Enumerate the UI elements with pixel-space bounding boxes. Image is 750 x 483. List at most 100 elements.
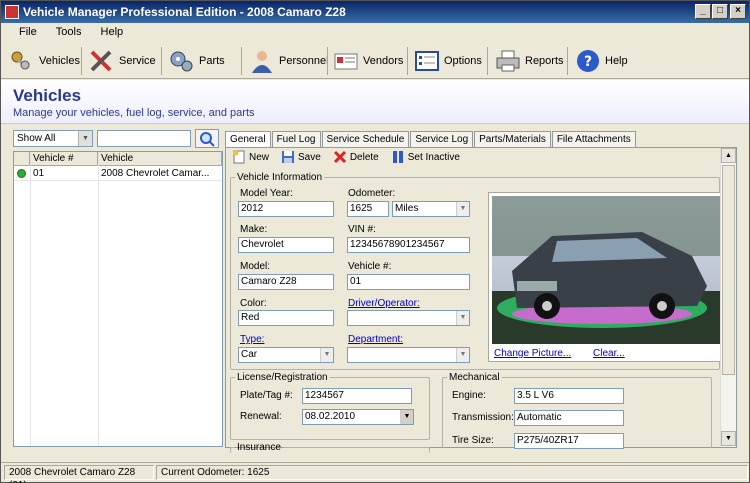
plate-label: Plate/Tag #: xyxy=(240,390,293,401)
menu-bar: File Tools Help xyxy=(1,23,749,43)
engine-field[interactable]: 3.5 L V6 xyxy=(514,388,624,404)
search-icon xyxy=(200,132,215,147)
grid-cell-vehicle: 2008 Chevrolet Camar... xyxy=(101,168,210,179)
general-panel: New Save Delete Set Inactive Vehicle Inf… xyxy=(225,147,737,453)
table-row[interactable]: 01 2008 Chevrolet Camar... xyxy=(14,167,222,181)
grid-header-vehicle-num[interactable]: Vehicle # xyxy=(30,152,98,166)
tire-size-field[interactable]: P275/40ZR17 xyxy=(514,433,624,449)
panel-toolbar: New Save Delete Set Inactive xyxy=(226,148,720,166)
driver-operator-select[interactable]: ▼ xyxy=(347,310,470,326)
renewal-date-picker[interactable]: 08.02.2010 ▼ xyxy=(302,409,414,425)
toolbar-separator xyxy=(327,47,328,75)
insurance-group: Insurance xyxy=(230,442,430,453)
model-year-label: Model Year: xyxy=(240,188,293,199)
set-inactive-button[interactable]: Set Inactive xyxy=(391,150,460,164)
color-field[interactable]: Red xyxy=(238,310,334,326)
tab-file-attachments[interactable]: File Attachments xyxy=(551,131,636,147)
app-icon xyxy=(5,5,19,19)
toolbar-separator xyxy=(241,47,242,75)
vehicle-num-field[interactable]: 01 xyxy=(347,274,470,290)
scroll-thumb[interactable] xyxy=(722,165,735,375)
model-label: Model: xyxy=(240,261,271,272)
new-button[interactable]: New xyxy=(232,150,269,164)
app-window: Vehicle Manager Professional Edition - 2… xyxy=(0,0,750,483)
license-registration-group: License/Registration xyxy=(230,372,430,440)
toolbar-separator xyxy=(161,47,162,75)
printer-icon xyxy=(496,50,520,72)
chevron-down-icon: ▼ xyxy=(320,348,333,362)
status-dot-icon xyxy=(17,169,26,178)
vin-label: VIN #: xyxy=(348,224,376,235)
toolbar-separator xyxy=(407,47,408,75)
delete-button[interactable]: Delete xyxy=(333,150,379,164)
menu-file[interactable]: File xyxy=(11,23,45,41)
help-icon: ? xyxy=(577,50,599,72)
filter-select[interactable]: Show All ▼ xyxy=(13,130,93,147)
vehicle-photo-frame: Change Picture... Clear... xyxy=(488,192,724,362)
department-link[interactable]: Department: xyxy=(348,334,403,345)
odometer-unit-select[interactable]: Miles ▼ xyxy=(392,201,470,217)
vendors-button[interactable]: Vendors xyxy=(333,46,403,76)
vin-field[interactable]: 12345678901234567 xyxy=(347,237,470,253)
transmission-field[interactable]: Automatic xyxy=(514,410,624,426)
service-button[interactable]: Service xyxy=(89,46,156,76)
delete-x-icon xyxy=(333,150,346,164)
tab-general[interactable]: General xyxy=(225,131,271,148)
save-button[interactable]: Save xyxy=(281,150,321,164)
help-button[interactable]: ? Help xyxy=(575,46,628,76)
detail-tabs: General Fuel Log Service Schedule Servic… xyxy=(225,131,637,148)
parts-button[interactable]: Parts xyxy=(169,46,225,76)
driver-operator-link[interactable]: Driver/Operator: xyxy=(348,298,420,309)
minimize-button[interactable]: _ xyxy=(695,4,711,19)
change-picture-link[interactable]: Change Picture... xyxy=(494,348,571,359)
menu-help[interactable]: Help xyxy=(93,23,132,41)
scroll-down-icon[interactable]: ▼ xyxy=(721,431,736,446)
chevron-down-icon: ▼ xyxy=(456,202,469,216)
card-icon xyxy=(334,53,358,70)
type-link[interactable]: Type: xyxy=(240,334,264,345)
make-label: Make: xyxy=(240,224,268,235)
tab-fuel-log[interactable]: Fuel Log xyxy=(271,131,321,147)
vehicles-button[interactable]: Vehicles xyxy=(9,46,80,76)
status-vehicle: 2008 Chevrolet Camaro Z28 (01) xyxy=(4,465,154,483)
vehicle-grid: Vehicle # Vehicle 01 2008 Chevrolet Cama… xyxy=(13,151,223,447)
menu-tools[interactable]: Tools xyxy=(48,23,90,41)
new-document-icon xyxy=(233,150,245,164)
maximize-button[interactable]: □ xyxy=(712,4,728,19)
department-select[interactable]: ▼ xyxy=(347,347,470,363)
vehicle-list-pane: Show All ▼ Vehicle # Vehicle 01 2008 Che… xyxy=(13,129,223,447)
search-input[interactable] xyxy=(97,130,191,147)
reports-button[interactable]: Reports xyxy=(495,46,564,76)
model-year-field[interactable]: 2012 xyxy=(238,201,334,217)
tab-parts-materials[interactable]: Parts/Materials xyxy=(474,131,551,147)
make-field[interactable]: Chevrolet xyxy=(238,237,334,253)
toolbar-separator xyxy=(567,47,568,75)
page-title: Vehicles xyxy=(13,86,82,105)
toolbar-separator xyxy=(81,47,82,75)
clear-picture-link[interactable]: Clear... xyxy=(593,348,625,359)
options-icon xyxy=(415,51,439,71)
scroll-up-icon[interactable]: ▲ xyxy=(721,148,736,163)
tab-service-log[interactable]: Service Log xyxy=(410,131,474,147)
odometer-field[interactable]: 1625 xyxy=(347,201,389,217)
search-button[interactable] xyxy=(195,129,219,148)
grid-header-vehicle[interactable]: Vehicle xyxy=(98,152,222,166)
options-button[interactable]: Options xyxy=(414,46,482,76)
plate-field[interactable]: 1234567 xyxy=(302,388,412,404)
page-subtitle: Manage your vehicles, fuel log, service,… xyxy=(13,107,255,119)
color-label: Color: xyxy=(240,298,267,309)
tab-service-schedule[interactable]: Service Schedule xyxy=(321,131,410,147)
personnel-button[interactable]: Personnel xyxy=(249,46,329,76)
grid-header: Vehicle # Vehicle xyxy=(14,152,222,166)
chevron-down-icon: ▼ xyxy=(78,131,92,146)
renewal-label: Renewal: xyxy=(240,411,282,422)
page-header: Vehicles Manage your vehicles, fuel log,… xyxy=(1,80,749,124)
grid-column-line xyxy=(30,152,31,446)
tire-size-label: Tire Size: xyxy=(452,435,494,446)
keys-icon xyxy=(11,51,30,70)
panel-scrollbar[interactable]: ▲ ▼ xyxy=(720,148,736,447)
vehicle-photo xyxy=(492,196,720,344)
model-field[interactable]: Camaro Z28 xyxy=(238,274,334,290)
type-select[interactable]: Car ▼ xyxy=(238,347,334,363)
close-button[interactable]: × xyxy=(730,4,746,19)
